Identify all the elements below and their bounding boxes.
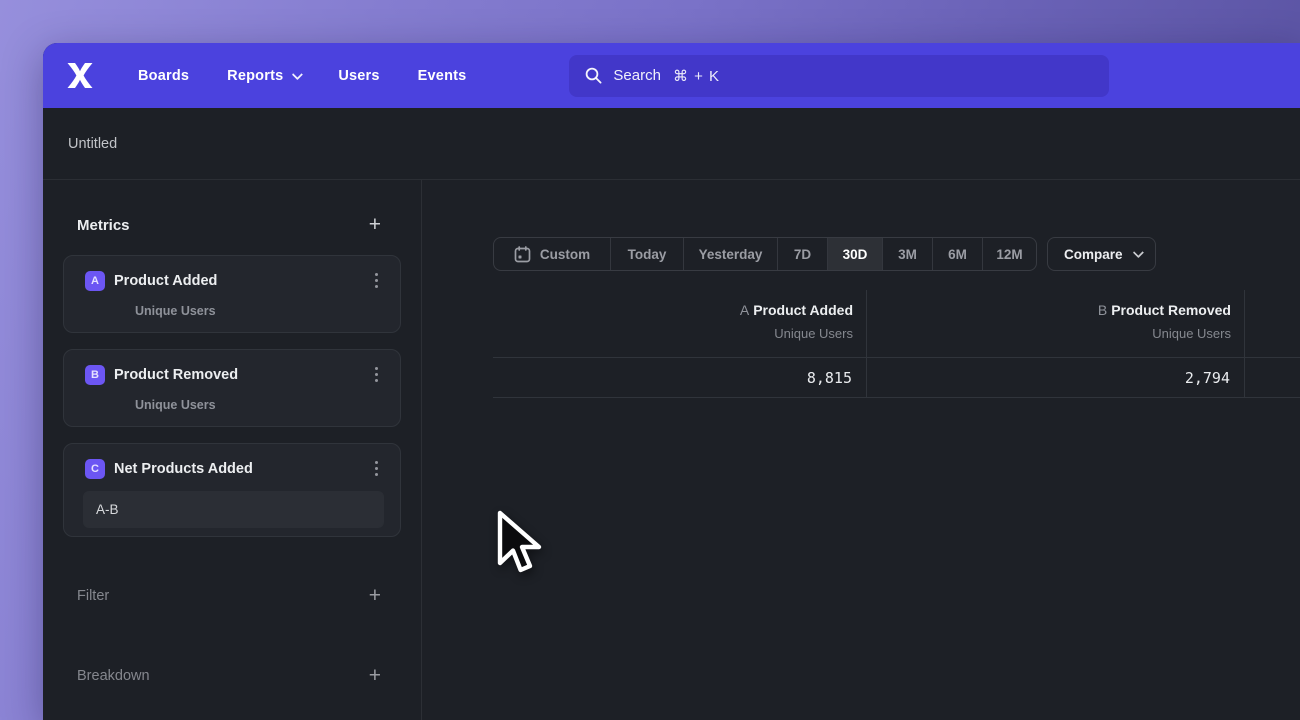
formula-input[interactable]: A-B	[83, 491, 384, 528]
app-window: Boards Reports Users Events Search ⌘ + K…	[43, 43, 1300, 720]
breakdown-label: Breakdown	[77, 668, 150, 684]
report-titlebar: Untitled	[43, 108, 1300, 180]
add-filter-button[interactable]: +	[369, 586, 381, 606]
date-range-selector: Custom Today Yesterday 7D 30D 3M 6M 12M	[493, 237, 1037, 271]
results-panel: Custom Today Yesterday 7D 30D 3M 6M 12M …	[422, 180, 1300, 720]
date-option-6m[interactable]: 6M	[933, 238, 983, 270]
date-option-30d-selected[interactable]: 30D	[828, 238, 883, 270]
date-option-custom[interactable]: Custom	[494, 238, 611, 270]
date-controls: Custom Today Yesterday 7D 30D 3M 6M 12M …	[493, 237, 1300, 271]
date-option-12m[interactable]: 12M	[983, 238, 1036, 270]
metric-badge-b: B	[85, 365, 105, 385]
table-value-row: 8,815 2,794	[493, 357, 1300, 398]
date-option-3m[interactable]: 3M	[883, 238, 933, 270]
metric-name: Net Products Added	[114, 461, 369, 477]
column-header-overflow	[1245, 290, 1300, 357]
kebab-menu-icon[interactable]	[369, 269, 384, 292]
metric-measurement[interactable]: Unique Users	[135, 304, 384, 318]
search-icon	[585, 67, 602, 84]
metric-card-b[interactable]: B Product Removed Unique Users	[63, 349, 401, 427]
date-option-yesterday[interactable]: Yesterday	[684, 238, 778, 270]
column-header-b[interactable]: BProduct Removed Unique Users	[867, 290, 1245, 357]
metric-name: Product Added	[114, 273, 369, 289]
search-shortcut: ⌘ + K	[673, 67, 720, 85]
metric-card-a[interactable]: A Product Added Unique Users	[63, 255, 401, 333]
query-sidebar: Metrics + A Product Added Unique Users B…	[43, 180, 422, 720]
metric-badge-c: C	[85, 459, 105, 479]
chevron-down-icon	[1132, 247, 1143, 258]
content-area: Metrics + A Product Added Unique Users B…	[43, 180, 1300, 720]
metric-measurement[interactable]: Unique Users	[135, 398, 384, 412]
metric-card-c[interactable]: C Net Products Added A-B	[63, 443, 401, 537]
kebab-menu-icon[interactable]	[369, 457, 384, 480]
nav-item-users[interactable]: Users	[338, 68, 379, 84]
nav-item-reports-label: Reports	[227, 68, 283, 84]
breakdown-section: Breakdown +	[43, 661, 421, 691]
column-header-a[interactable]: AProduct Added Unique Users	[493, 290, 867, 357]
metrics-label: Metrics	[77, 217, 130, 234]
calendar-icon	[514, 246, 531, 263]
value-cell-a[interactable]: 8,815	[493, 357, 867, 398]
compare-button[interactable]: Compare	[1047, 237, 1156, 271]
nav-item-events[interactable]: Events	[418, 68, 467, 84]
add-metric-button[interactable]: +	[369, 215, 381, 235]
chevron-down-icon	[292, 68, 303, 79]
table-header-row: AProduct Added Unique Users BProduct Rem…	[493, 290, 1300, 357]
metrics-section-header: Metrics +	[43, 208, 421, 242]
value-cell-b[interactable]: 2,794	[867, 357, 1245, 398]
metric-badge-a: A	[85, 271, 105, 291]
nav-item-reports[interactable]: Reports	[227, 68, 300, 84]
top-navbar: Boards Reports Users Events Search ⌘ + K	[43, 43, 1300, 108]
page-title[interactable]: Untitled	[68, 136, 117, 152]
value-cell-overflow	[1245, 357, 1300, 398]
kebab-menu-icon[interactable]	[369, 363, 384, 386]
filter-label: Filter	[77, 588, 109, 604]
date-option-today[interactable]: Today	[611, 238, 684, 270]
nav-item-boards[interactable]: Boards	[138, 68, 189, 84]
filter-section: Filter +	[43, 581, 421, 611]
search-placeholder: Search	[613, 67, 661, 84]
metric-name: Product Removed	[114, 367, 369, 383]
add-breakdown-button[interactable]: +	[369, 666, 381, 686]
search-input[interactable]: Search ⌘ + K	[569, 55, 1109, 97]
results-table: AProduct Added Unique Users BProduct Rem…	[493, 290, 1300, 398]
date-option-7d[interactable]: 7D	[778, 238, 828, 270]
main-nav: Boards Reports Users Events	[138, 68, 466, 84]
mixpanel-logo-icon[interactable]	[65, 63, 95, 89]
